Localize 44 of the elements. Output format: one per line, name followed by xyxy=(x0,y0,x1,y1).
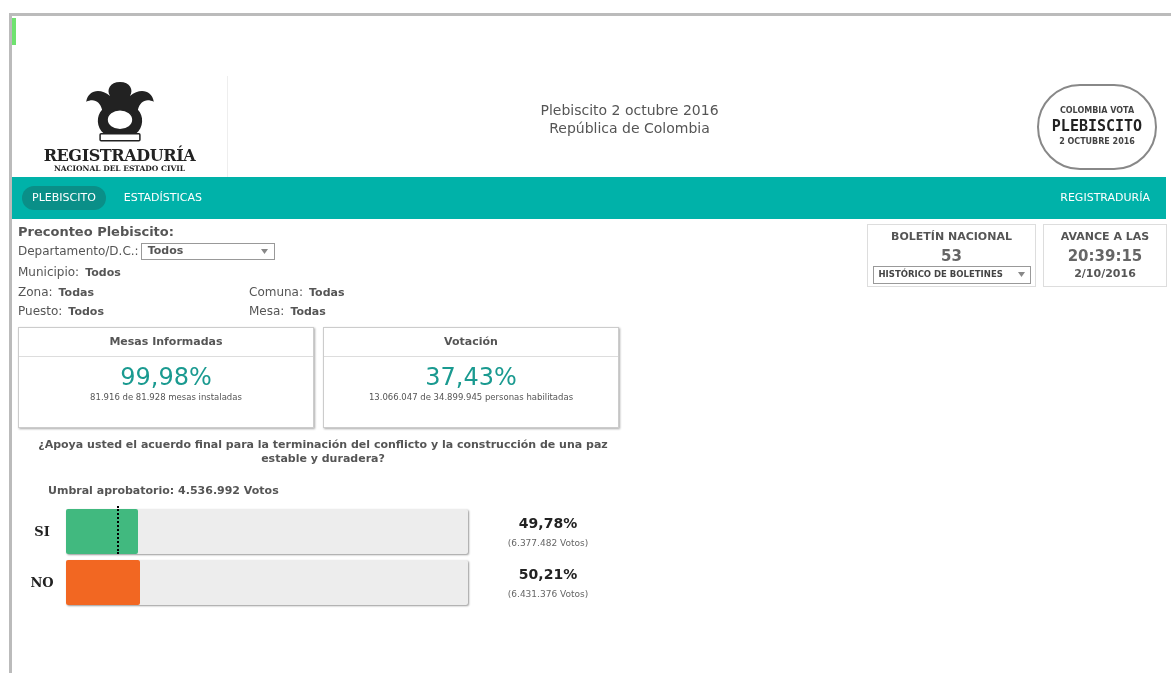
stamp-top-text: COLOMBIA VOTA xyxy=(1059,105,1135,118)
page-title: Plebiscito 2 octubre 2016 xyxy=(540,101,719,119)
filter-value: Todos xyxy=(85,265,121,281)
filter-value: Todas xyxy=(58,284,95,301)
filter-label: Municipio: xyxy=(18,264,80,281)
dropdown-arrow-icon xyxy=(1017,272,1025,277)
progress-date: 2/10/2016 xyxy=(1074,265,1136,282)
option-votes: (6.431.376 Votos) xyxy=(507,587,589,601)
threshold-text: Umbral aprobatorio: 4.536.992 Votos xyxy=(48,482,280,499)
filter-value: Todas xyxy=(290,304,326,320)
nav-link[interactable]: REGISTRADURÍA xyxy=(1060,189,1156,207)
stat-value: 37,43% xyxy=(424,363,518,391)
option-label: SI xyxy=(33,522,51,541)
progress-time-title: AVANCE A LAS xyxy=(1060,229,1150,245)
option-label: NO xyxy=(29,573,55,592)
stamp-bottom-text: 2 OCTUBRE 2016 xyxy=(1059,135,1135,148)
filter-label: Mesa: xyxy=(249,303,285,320)
nav-tab[interactable]: PLEBISCITO xyxy=(22,185,106,211)
page-subtitle: República de Colombia xyxy=(549,119,710,137)
option-percent: 49,78% xyxy=(518,513,578,533)
filter-label: Departamento/D.C.: xyxy=(18,243,139,260)
stat-detail: 13.066.047 de 34.899.945 personas habilitadas xyxy=(367,391,575,404)
filter-label: Comuna: xyxy=(249,283,304,301)
filters-title: Preconteo Plebiscito: xyxy=(18,224,175,240)
stat-title: Votación xyxy=(324,327,618,357)
bulletin-history-select[interactable]: HISTÓRICO DE BOLETINES xyxy=(872,265,1031,284)
progress-time: 20:39:15 xyxy=(1067,245,1143,266)
filter-value: Todos xyxy=(68,304,104,320)
logo-name: REGISTRADURÍA xyxy=(43,147,196,164)
stat-detail: 81.916 de 81.928 mesas instaladas xyxy=(89,391,243,404)
status-indicator xyxy=(12,18,16,45)
department-select[interactable]: Todos xyxy=(140,242,275,260)
option-votes: (6.377.482 Votos) xyxy=(507,536,589,550)
dropdown-arrow-icon xyxy=(260,248,268,254)
nav-tab[interactable]: ESTADÍSTICAS xyxy=(113,185,212,211)
filter-value: Todas xyxy=(309,284,345,301)
filter-label: Puesto: xyxy=(18,303,63,320)
option-percent: 50,21% xyxy=(518,564,578,584)
stat-title: Mesas Informadas xyxy=(19,327,313,357)
bulletin-title: BOLETÍN NACIONAL xyxy=(891,229,1012,245)
question-text: ¿Apoya usted el acuerdo final para la terminación del conflicto y la construcción de una paz estable y duradera? xyxy=(37,437,609,466)
filter-label: Zona: xyxy=(18,283,53,301)
stat-value: 99,98% xyxy=(119,363,213,391)
bulletin-number: 53 xyxy=(941,245,962,266)
